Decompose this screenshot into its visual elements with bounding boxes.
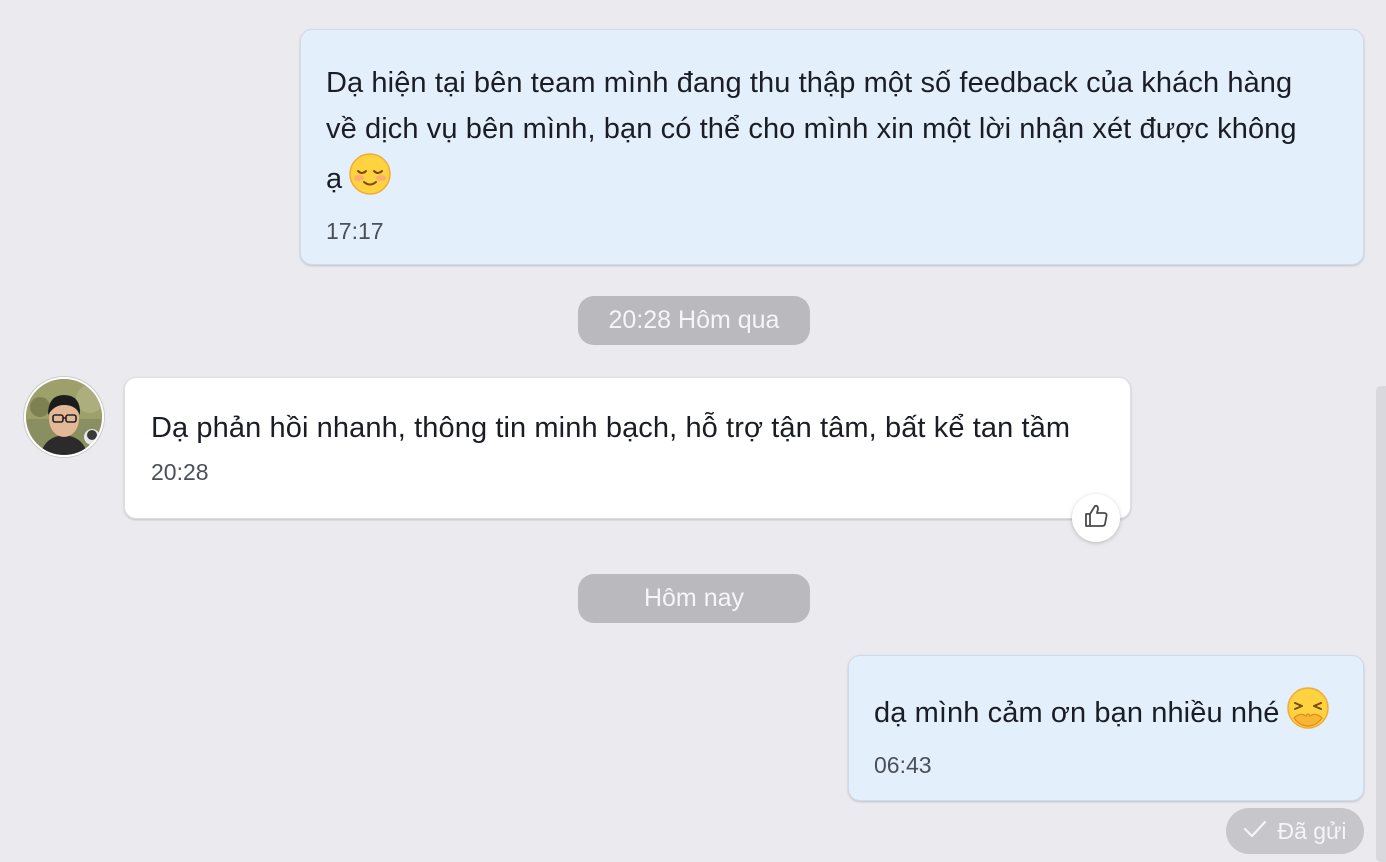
avatar[interactable] [24, 377, 104, 457]
smiling-face-emoji-icon [348, 152, 392, 210]
message-text: Dạ hiện tại bên team mình đang thu thập … [326, 60, 1339, 210]
date-divider-yesterday: 20:28 Hôm qua [578, 296, 810, 345]
thumbs-up-icon [1082, 502, 1110, 535]
message-time: 17:17 [326, 218, 384, 244]
status-label: Đã gửi [1277, 817, 1347, 844]
message-status-badge: Đã gửi [1226, 808, 1364, 854]
message-outgoing-2[interactable]: dạ mình cảm ơn bạn nhiều nhé 06:43 [848, 655, 1364, 801]
message-text: dạ mình cảm ơn bạn nhiều nhé [874, 686, 1339, 744]
scrollbar[interactable] [1376, 386, 1386, 862]
message-time: 20:28 [151, 459, 209, 485]
checkmark-icon [1243, 818, 1267, 845]
message-text: Dạ phản hồi nhanh, thông tin minh bạch, … [151, 412, 1071, 444]
message-time: 06:43 [874, 752, 932, 778]
date-divider-today: Hôm nay [578, 574, 810, 623]
thumbs-up-reaction-button[interactable] [1072, 494, 1120, 542]
message-incoming-1[interactable]: Dạ phản hồi nhanh, thông tin minh bạch, … [124, 377, 1131, 519]
face-with-hand-over-mouth-emoji-icon [1286, 686, 1330, 744]
message-outgoing-1[interactable]: Dạ hiện tại bên team mình đang thu thập … [300, 29, 1364, 265]
